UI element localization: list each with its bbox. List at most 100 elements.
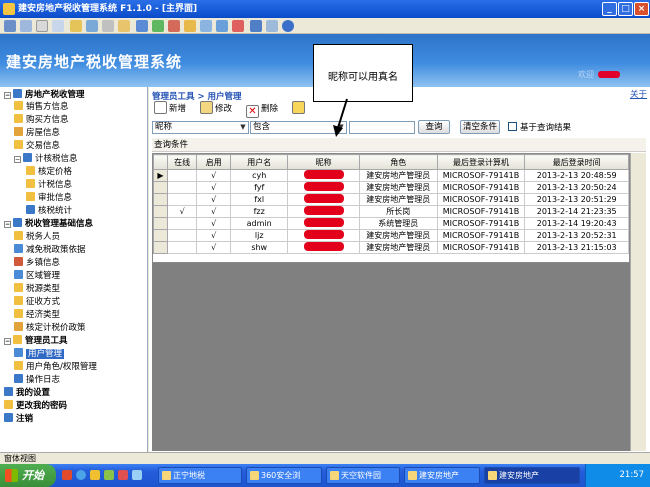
print-icon[interactable] <box>36 20 48 32</box>
query-button[interactable]: 查询 <box>418 120 450 134</box>
tree-item[interactable]: 交易信息 <box>14 140 60 153</box>
table-row[interactable]: ▶ √ cyh 建安房地产管理员 MICROSOF-79141B 2013-2-13 20… <box>153 169 629 182</box>
tree-item[interactable]: 操作日志 <box>14 374 60 387</box>
new-record-icon[interactable] <box>216 20 228 32</box>
close-button[interactable]: × <box>634 2 649 16</box>
edit-button[interactable]: 修改 <box>200 101 232 117</box>
row-selector[interactable] <box>153 181 168 194</box>
tree-item[interactable]: 销售方信息 <box>14 101 69 114</box>
column-header[interactable]: 最后登录计算机 <box>436 154 526 170</box>
maximize-button[interactable]: □ <box>618 2 633 16</box>
redaction-mark <box>303 242 344 251</box>
delete-record-icon[interactable] <box>232 20 244 32</box>
tree-item[interactable]: − 管理员工具 <box>4 335 68 348</box>
column-header[interactable]: 在线 <box>166 154 198 170</box>
quick-launch-icon[interactable] <box>76 470 86 480</box>
paste-icon[interactable] <box>118 20 130 32</box>
collapse-icon[interactable]: − <box>4 221 11 228</box>
database-icon[interactable] <box>250 20 262 32</box>
tree-item[interactable]: 核税统计 <box>26 205 72 218</box>
tree-item[interactable]: 税务人员 <box>14 231 60 244</box>
collapse-icon[interactable]: − <box>14 156 21 163</box>
sort-icon[interactable] <box>152 20 164 32</box>
reset-password-button[interactable] <box>292 101 307 117</box>
preview-icon[interactable] <box>52 20 64 32</box>
column-header[interactable]: 昵称 <box>287 154 360 170</box>
table-row[interactable]: √ shw 建安房地产管理员 MICROSOF-79141B 2013-2-13 21:… <box>153 241 629 254</box>
row-selector[interactable] <box>153 229 168 242</box>
table-row[interactable]: √ admin 系统管理员 MICROSOF-79141B 2013-2-14 19:2… <box>153 217 629 230</box>
tree-item[interactable]: 经济类型 <box>14 309 60 322</box>
quick-launch-icon[interactable] <box>62 470 72 480</box>
user-grid: 在线 启用 用户名 昵称 角色 最后登录计算机 最后登录时间 ▶ √ cyh 建安房地… <box>152 153 630 263</box>
tree-item[interactable]: 用户管理 <box>14 348 65 361</box>
tree-item[interactable]: 房屋信息 <box>14 127 60 140</box>
delete-button[interactable]: ✕ 删除 <box>246 101 278 118</box>
clear-condition-button[interactable]: 清空条件 <box>460 120 500 134</box>
taskbar-app[interactable]: 天空软件园 <box>326 467 400 484</box>
filter-field-select[interactable]: 昵称 ▼ <box>152 121 249 134</box>
collapse-icon[interactable]: − <box>4 92 11 99</box>
search-icon[interactable] <box>70 20 82 32</box>
save-icon[interactable] <box>4 20 16 32</box>
column-header[interactable]: 角色 <box>358 154 438 170</box>
column-header[interactable]: 启用 <box>196 154 231 170</box>
clock[interactable]: 21:57 <box>620 470 645 480</box>
tree-item[interactable]: 更改我的密码 <box>4 400 67 413</box>
vertical-scrollbar[interactable] <box>630 153 646 451</box>
tree-item[interactable]: 乡镇信息 <box>14 257 60 270</box>
table-cell-username: ljz <box>229 229 289 242</box>
quick-launch-icon[interactable] <box>104 470 114 480</box>
taskbar-app[interactable]: 建安房地产 <box>484 467 580 484</box>
tree-item[interactable]: 审批信息 <box>26 192 72 205</box>
tree-item-icon <box>14 322 23 331</box>
row-selector[interactable] <box>153 205 168 218</box>
collapse-icon[interactable]: − <box>4 338 11 345</box>
table-row[interactable]: √ √ fzz 所长岗 MICROSOF-79141B 2013-2-14 21:23:3… <box>153 205 629 218</box>
tree-item[interactable]: 税源类型 <box>14 283 60 296</box>
tree-item[interactable]: 计税信息 <box>26 179 72 192</box>
tree-item[interactable]: 区域管理 <box>14 270 60 283</box>
find-icon[interactable] <box>200 20 212 32</box>
taskbar-app[interactable]: 360安全浏 <box>246 467 322 484</box>
filter-toggle-icon[interactable] <box>184 20 196 32</box>
about-link[interactable]: 关于 <box>630 88 647 100</box>
row-selector[interactable]: ▶ <box>153 169 168 182</box>
table-row[interactable]: √ fyf 建安房地产管理员 MICROSOF-79141B 2013-2-13 20:… <box>153 181 629 194</box>
minimize-button[interactable]: _ <box>602 2 617 16</box>
help-icon[interactable] <box>282 20 294 32</box>
quick-launch-icon[interactable] <box>132 470 142 480</box>
column-header[interactable]: 用户名 <box>229 154 289 170</box>
open-icon[interactable] <box>20 20 32 32</box>
tree-item[interactable]: 购买方信息 <box>14 114 69 127</box>
table-row[interactable]: √ ljz 建安房地产管理员 MICROSOF-79141B 2013-2-13 20:… <box>153 229 629 242</box>
column-header[interactable]: 最后登录时间 <box>524 154 629 170</box>
base-on-result-checkbox[interactable] <box>508 122 517 131</box>
tree-item[interactable]: 注销 <box>4 413 33 426</box>
undo-icon[interactable] <box>136 20 148 32</box>
taskbar-app[interactable]: 正宁地税 <box>158 467 242 484</box>
tree-item[interactable]: − 计核税信息 <box>14 153 78 166</box>
start-button[interactable]: 开始 <box>0 464 56 487</box>
table-row[interactable]: √ fxl 建安房地产管理员 MICROSOF-79141B 2013-2-13 20:… <box>153 193 629 206</box>
row-selector[interactable] <box>153 193 168 206</box>
filter-icon[interactable] <box>168 20 180 32</box>
window-icon[interactable] <box>266 20 278 32</box>
row-selector[interactable] <box>153 241 168 254</box>
tree-item[interactable]: 核定计税价政策 <box>14 322 86 335</box>
cut-icon[interactable] <box>86 20 98 32</box>
add-button[interactable]: 新增 <box>154 101 186 117</box>
tree-item[interactable]: 我的设置 <box>4 387 50 400</box>
copy-icon[interactable] <box>102 20 114 32</box>
row-selector[interactable] <box>153 217 168 230</box>
system-tray: 21:57 <box>585 464 650 487</box>
tree-item[interactable]: 减免税政策依据 <box>14 244 86 257</box>
taskbar-app[interactable]: 建安房地产 <box>404 467 480 484</box>
quick-launch-icon[interactable] <box>90 470 100 480</box>
table-cell-computer: MICROSOF-79141B <box>436 229 526 242</box>
tree-item[interactable]: 用户角色/权限管理 <box>14 361 97 374</box>
tree-item[interactable]: 核定价格 <box>26 166 72 179</box>
quick-launch-icon[interactable] <box>118 470 128 480</box>
tree-item[interactable]: − 税收管理基础信息 <box>4 218 93 231</box>
tree-item[interactable]: 征收方式 <box>14 296 60 309</box>
